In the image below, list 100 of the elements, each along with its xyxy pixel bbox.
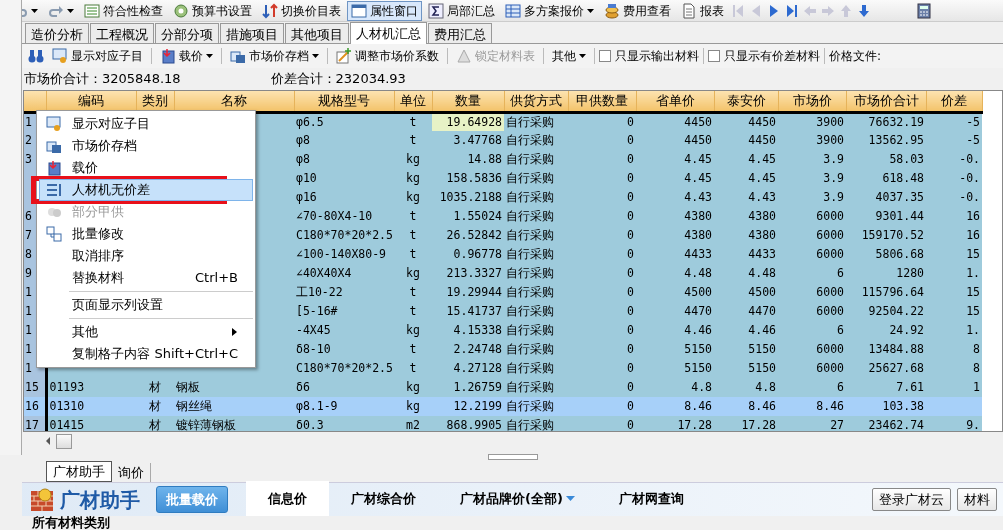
table-cell: kg — [394, 188, 432, 207]
toolbar-button[interactable]: 市场价存档 — [226, 46, 323, 66]
table-cell: 15 — [926, 245, 982, 264]
table-cell: 4500 — [636, 283, 714, 302]
tab[interactable]: 造价分析 — [25, 23, 89, 43]
table-cell: 26.52842 — [432, 226, 504, 245]
table-cell: 17.28 — [714, 416, 778, 431]
table-cell: 4.46 — [714, 321, 778, 340]
toolbar-button[interactable]: 显示对应子目 — [48, 46, 147, 66]
tab[interactable]: 工程概况 — [90, 23, 154, 43]
table-cell: 3.9 — [778, 188, 846, 207]
table-cell: kg — [394, 169, 432, 188]
caret-icon[interactable] — [67, 8, 74, 13]
toolbar-button[interactable]: 其他 — [548, 46, 590, 66]
table-cell: 0 — [568, 416, 636, 431]
toolbar-button[interactable]: 符合性检查 — [80, 0, 167, 21]
toolbar-button[interactable]: 报表 — [677, 0, 728, 21]
table-cell: 6 — [778, 378, 846, 397]
toolbar-button[interactable]: 预算书设置 — [169, 0, 256, 21]
table-cell: 6000 — [778, 226, 846, 245]
table-cell: 5150 — [714, 359, 778, 378]
table-cell: 8 — [926, 359, 982, 378]
splitter-handle[interactable] — [487, 454, 538, 460]
checkbox-label[interactable]: 只显示输出材料 — [615, 47, 699, 65]
column-header: 价差 — [926, 91, 982, 112]
table-cell: φ8 — [294, 131, 394, 150]
submenu-arrow-icon — [231, 327, 238, 337]
last-icon[interactable] — [784, 2, 800, 19]
load-price-icon — [46, 160, 62, 176]
table-cell: [5-16# — [294, 302, 394, 321]
toolbar-button[interactable]: 切换价目表 — [258, 0, 345, 21]
toolbar-button[interactable]: 多方案报价 — [501, 0, 598, 21]
checkbox-label[interactable]: 只显示有价差材料 — [724, 47, 820, 65]
table-cell: 5150 — [714, 340, 778, 359]
table-cell: 4.8 — [714, 378, 778, 397]
table-cell: 1035.2188 — [432, 188, 504, 207]
binoculars-icon[interactable] — [28, 48, 44, 64]
document-icon — [681, 2, 697, 19]
table-cell: φ10 — [294, 169, 394, 188]
table-cell: 15.41737 — [432, 302, 504, 321]
scroll-thumb[interactable] — [56, 433, 72, 449]
table-cell: 5150 — [636, 359, 714, 378]
archive-icon — [230, 48, 246, 64]
table-cell: 1280 — [846, 264, 926, 283]
tab[interactable]: 分部分项 — [155, 23, 219, 43]
table-cell: kg — [394, 264, 432, 283]
toolbar-button[interactable]: 载价 — [156, 46, 217, 66]
table-cell: 213.3327 — [432, 264, 504, 283]
tab[interactable]: 信息价 — [246, 480, 329, 516]
table-cell: 材 — [136, 378, 174, 397]
table-cell: 4380 — [636, 226, 714, 245]
table-cell: 103.38 — [846, 397, 926, 416]
load-price-icon — [160, 48, 176, 64]
table-cell: 3.47768 — [432, 131, 504, 150]
caret-icon[interactable] — [31, 8, 38, 13]
table-cell: 材 — [136, 416, 174, 431]
table-cell: 4500 — [714, 283, 778, 302]
first-icon[interactable] — [730, 2, 746, 19]
toolbar-button[interactable]: 费用查看 — [600, 0, 675, 21]
table-cell: 6000 — [778, 283, 846, 302]
table-cell: ∠40X40X4 — [294, 264, 394, 283]
table-cell: 19.29944 — [432, 283, 504, 302]
toolbar-button[interactable]: 局部汇总 — [424, 0, 499, 21]
toolbar-button[interactable]: 调整市场价系数 — [332, 46, 443, 66]
list-icon — [46, 182, 62, 198]
toolbar-button[interactable]: 属性窗口 — [347, 0, 422, 21]
tab[interactable]: 广材综合价 — [329, 480, 438, 516]
table-cell: 92504.22 — [846, 302, 926, 321]
checkbox[interactable] — [708, 50, 720, 62]
table-cell: 8.46 — [636, 397, 714, 416]
tab[interactable]: 广材助手 — [46, 460, 112, 482]
tab[interactable]: 广材网查询 — [596, 480, 706, 516]
table-cell: 4.46 — [636, 321, 714, 340]
table-cell: 4450 — [636, 131, 714, 150]
table-cell: 0 — [568, 302, 636, 321]
table-cell: -5 — [926, 131, 982, 150]
calculator-icon[interactable] — [916, 2, 932, 19]
table-cell: 自行采购 — [504, 226, 568, 245]
tab[interactable]: 费用汇总 — [428, 23, 492, 43]
table-cell: 8 — [926, 340, 982, 359]
column-header: 省单价 — [636, 91, 714, 112]
toolbar-button[interactable]: 材料 — [957, 487, 997, 512]
table-cell: 0 — [568, 169, 636, 188]
table-cell: 4.45 — [714, 150, 778, 169]
table-cell: C180*70*20*2.5 — [294, 226, 394, 245]
toolbar-button[interactable]: 登录广材云 — [872, 487, 951, 512]
checkbox[interactable] — [599, 50, 611, 62]
table-cell: 24.92 — [846, 321, 926, 340]
table-cell: 618.48 — [846, 169, 926, 188]
table-cell: -0. — [926, 188, 982, 207]
assistant-title: 广材助手 — [60, 486, 140, 514]
menu-item[interactable]: 人材机无价差 — [39, 179, 253, 201]
tab[interactable]: 其他项目 — [285, 23, 349, 43]
tab[interactable]: 措施项目 — [220, 23, 284, 43]
tab[interactable]: 广材品牌价(全部) — [438, 480, 597, 516]
table-cell: 自行采购 — [504, 169, 568, 188]
tab[interactable]: 人材机汇总 — [350, 22, 427, 44]
column-header: 泰安价 — [714, 91, 778, 112]
table-cell: t — [394, 207, 432, 226]
down-arrow-icon[interactable] — [856, 2, 872, 19]
